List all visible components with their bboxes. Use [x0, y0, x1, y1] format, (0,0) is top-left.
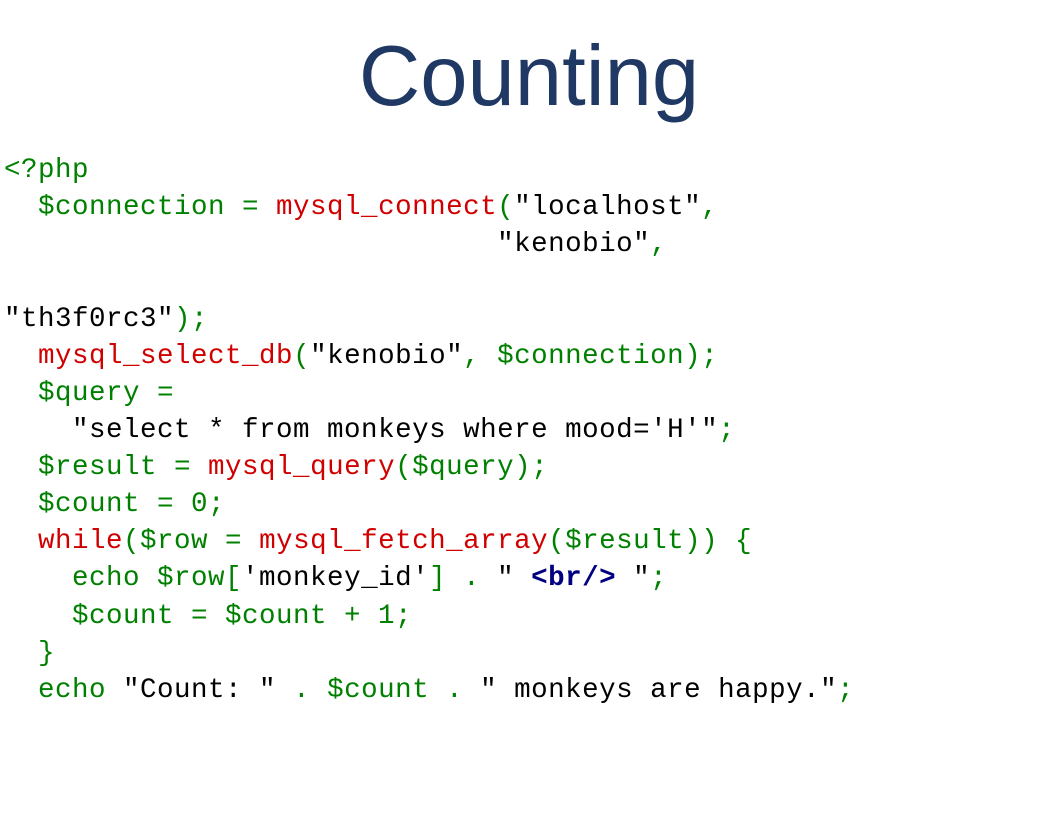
code-text: <?php — [4, 155, 89, 186]
code-text: "kenobio" — [497, 229, 650, 260]
code-text: mysql_select_db — [38, 341, 293, 372]
code-text: , — [701, 192, 718, 223]
code-text: "localhost" — [514, 192, 701, 223]
code-text: " — [497, 563, 531, 594]
code-text: ; — [718, 415, 735, 446]
code-text: $query = — [4, 378, 174, 409]
code-text: ; — [837, 675, 854, 706]
code-text — [4, 415, 72, 446]
code-text: "select * from monkeys where mood='H'" — [72, 415, 718, 446]
slide-title: Counting — [0, 28, 1058, 126]
code-text: ( — [497, 192, 514, 223]
code-text: $count = 0; — [4, 489, 225, 520]
code-text: ] . — [429, 563, 497, 594]
code-text: <br/> — [531, 563, 616, 594]
code-text: " — [616, 563, 650, 594]
code-text: ; — [650, 563, 667, 594]
code-text: "kenobio" — [310, 341, 463, 372]
code-text: , — [650, 229, 667, 260]
code-text: mysql_query — [208, 452, 395, 483]
code-text: . $count . — [276, 675, 480, 706]
code-text: ); — [174, 304, 208, 335]
code-text: "th3f0rc3" — [4, 304, 174, 335]
code-text — [4, 526, 38, 557]
code-text: mysql_fetch_array — [259, 526, 548, 557]
code-text: $count = $count + 1; — [4, 601, 412, 632]
code-text: echo $row[ — [4, 563, 242, 594]
code-text — [4, 229, 497, 260]
code-text: mysql_connect — [276, 192, 497, 223]
code-block: <?php $connection = mysql_connect("local… — [0, 152, 1058, 709]
code-text: 'monkey_id' — [242, 563, 429, 594]
code-text: $connection = — [4, 192, 276, 223]
code-text — [4, 341, 38, 372]
code-text: ($query); — [395, 452, 548, 483]
code-text: while — [38, 526, 123, 557]
code-text: } — [4, 638, 55, 669]
code-text: ($row = — [123, 526, 259, 557]
code-text: "Count: " — [123, 675, 276, 706]
code-text: echo — [4, 675, 123, 706]
code-text: " monkeys are happy." — [480, 675, 837, 706]
code-text: ( — [293, 341, 310, 372]
code-text: ($result)) { — [548, 526, 752, 557]
code-text: , $connection); — [463, 341, 718, 372]
code-text: $result = — [4, 452, 208, 483]
